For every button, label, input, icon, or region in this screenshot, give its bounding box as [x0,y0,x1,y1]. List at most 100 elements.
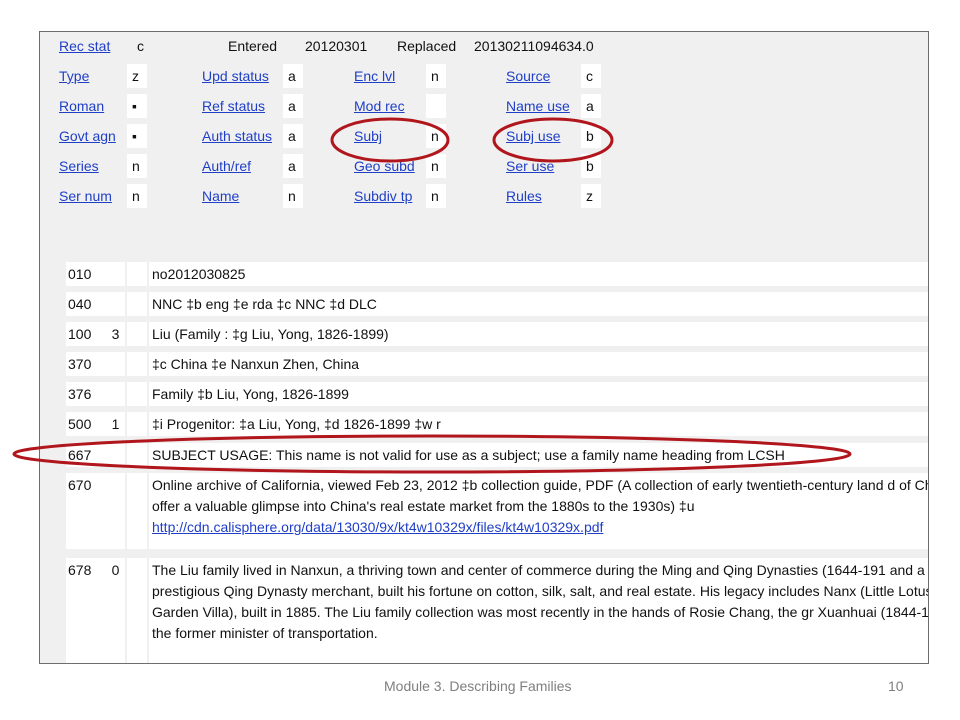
field-ind1[interactable]: 3 [106,322,125,346]
field-tag[interactable]: 040 [66,292,108,316]
slide-footer-title: Module 3. Describing Families [384,678,572,694]
rec-stat-link[interactable]: Rec stat [59,34,110,58]
replaced-label: Replaced [397,38,457,54]
header-row-5: Ser num n Name n Subdiv tp n Rules z [40,184,928,208]
field-ind2[interactable] [127,292,147,316]
header-row-4: Series n Auth/ref a Geo subd n Ser use b [40,154,928,178]
field-tag[interactable]: 100 [66,322,108,346]
subj-use-value[interactable]: b [581,124,601,148]
upd-status-link[interactable]: Upd status [202,64,269,88]
field-ind2[interactable] [127,382,147,406]
subj-link[interactable]: Subj [354,124,382,148]
field-value[interactable]: Liu (Family : ‡g Liu, Yong, 1826-1899) [149,322,928,346]
entered-label: Entered [228,38,278,54]
ref-status-value[interactable]: a [283,94,303,118]
field-row-678: 678 0 The Liu family lived in Nanxun, a … [66,558,928,663]
header-row-recstat: Rec stat c Entered 20120301 Replaced 201… [40,34,928,58]
field-row-670: 670 Online archive of California, viewed… [66,473,929,549]
field-ind2[interactable] [127,352,147,376]
auth-ref-value[interactable]: a [283,154,303,178]
ser-num-link[interactable]: Ser num [59,184,112,208]
type-link[interactable]: Type [59,64,89,88]
type-value[interactable]: z [127,64,147,88]
auth-status-value[interactable]: a [283,124,303,148]
field-ind1[interactable]: 0 [106,558,125,663]
header-row-3: Govt agn ▪ Auth status a Subj n Subj use… [40,124,928,148]
header-row-2: Roman ▪ Ref status a Mod rec Name use a [40,94,928,118]
field-value[interactable]: ‡i Progenitor: ‡a Liu, Yong, ‡d 1826-189… [149,412,928,436]
geo-subd-link[interactable]: Geo subd [354,154,415,178]
field-ind2[interactable] [127,473,147,549]
field-ind2[interactable] [127,322,147,346]
mod-rec-value[interactable] [426,94,446,118]
field-ind2[interactable] [127,558,147,663]
field-row: 010 no2012030825 [66,262,928,286]
field-tag[interactable]: 010 [66,262,108,286]
entered-value: 20120301 [305,38,368,54]
subdiv-tp-link[interactable]: Subdiv tp [354,184,412,208]
field-value[interactable]: NNC ‡b eng ‡e rda ‡c NNC ‡d DLC [149,292,928,316]
field-ind1[interactable]: 1 [106,412,125,436]
subj-use-link[interactable]: Subj use [506,124,560,148]
roman-link[interactable]: Roman [59,94,104,118]
rec-stat-value: c [137,38,144,54]
field-text: Online archive of California, viewed Feb… [152,477,929,514]
replaced-value: 20130211094634.0 [474,38,594,54]
ser-num-value[interactable]: n [127,184,147,208]
field-ind1[interactable] [106,473,125,549]
subj-value[interactable]: n [426,124,446,148]
field-ind1[interactable] [106,292,125,316]
source-value[interactable]: c [581,64,601,88]
field-value[interactable]: no2012030825 [149,262,928,286]
calisphere-url-link[interactable]: http://cdn.calisphere.org/data/13030/9x/… [152,519,603,535]
govt-agn-link[interactable]: Govt agn [59,124,116,148]
field-tag[interactable]: 370 [66,352,108,376]
auth-status-link[interactable]: Auth status [202,124,272,148]
field-value[interactable]: Family ‡b Liu, Yong, 1826-1899 [149,382,928,406]
field-value[interactable]: ‡c China ‡e Nanxun Zhen, China [149,352,928,376]
field-tag[interactable]: 678 [66,558,108,663]
field-value[interactable]: The Liu family lived in Nanxun, a thrivi… [149,558,928,663]
header-row-1: Type z Upd status a Enc lvl n Source c [40,64,928,88]
field-ind1[interactable] [106,352,125,376]
rules-link[interactable]: Rules [506,184,542,208]
govt-agn-value[interactable]: ▪ [127,124,147,148]
name-use-value[interactable]: a [581,94,601,118]
series-value[interactable]: n [127,154,147,178]
field-row-667: 667 SUBJECT USAGE: This name is not vali… [66,443,928,467]
name-link[interactable]: Name [202,184,239,208]
ser-use-value[interactable]: b [581,154,601,178]
field-tag[interactable]: 376 [66,382,108,406]
name-use-link[interactable]: Name use [506,94,570,118]
field-ind1[interactable] [106,382,125,406]
ser-use-link[interactable]: Ser use [506,154,554,178]
source-link[interactable]: Source [506,64,550,88]
field-tag[interactable]: 500 [66,412,108,436]
name-value[interactable]: n [283,184,303,208]
mod-rec-link[interactable]: Mod rec [354,94,405,118]
field-row: 500 1 ‡i Progenitor: ‡a Liu, Yong, ‡d 18… [66,412,928,436]
field-ind1[interactable] [106,262,125,286]
slide-page-number: 10 [888,678,904,694]
enc-lvl-value[interactable]: n [426,64,446,88]
field-row: 370 ‡c China ‡e Nanxun Zhen, China [66,352,928,376]
series-link[interactable]: Series [59,154,99,178]
field-ind2[interactable] [127,443,147,467]
field-row: 040 NNC ‡b eng ‡e rda ‡c NNC ‡d DLC [66,292,928,316]
field-value[interactable]: Online archive of California, viewed Feb… [149,473,929,549]
ref-status-link[interactable]: Ref status [202,94,265,118]
subdiv-tp-value[interactable]: n [426,184,446,208]
field-value[interactable]: SUBJECT USAGE: This name is not valid fo… [149,443,928,467]
rules-value[interactable]: z [581,184,601,208]
field-tag[interactable]: 670 [66,473,108,549]
field-ind2[interactable] [127,412,147,436]
field-ind1[interactable] [106,443,125,467]
auth-ref-link[interactable]: Auth/ref [202,154,251,178]
geo-subd-value[interactable]: n [426,154,446,178]
roman-value[interactable]: ▪ [127,94,147,118]
enc-lvl-link[interactable]: Enc lvl [354,64,395,88]
upd-status-value[interactable]: a [283,64,303,88]
marc-record-panel: Rec stat c Entered 20120301 Replaced 201… [39,31,929,664]
field-ind2[interactable] [127,262,147,286]
field-tag[interactable]: 667 [66,443,108,467]
